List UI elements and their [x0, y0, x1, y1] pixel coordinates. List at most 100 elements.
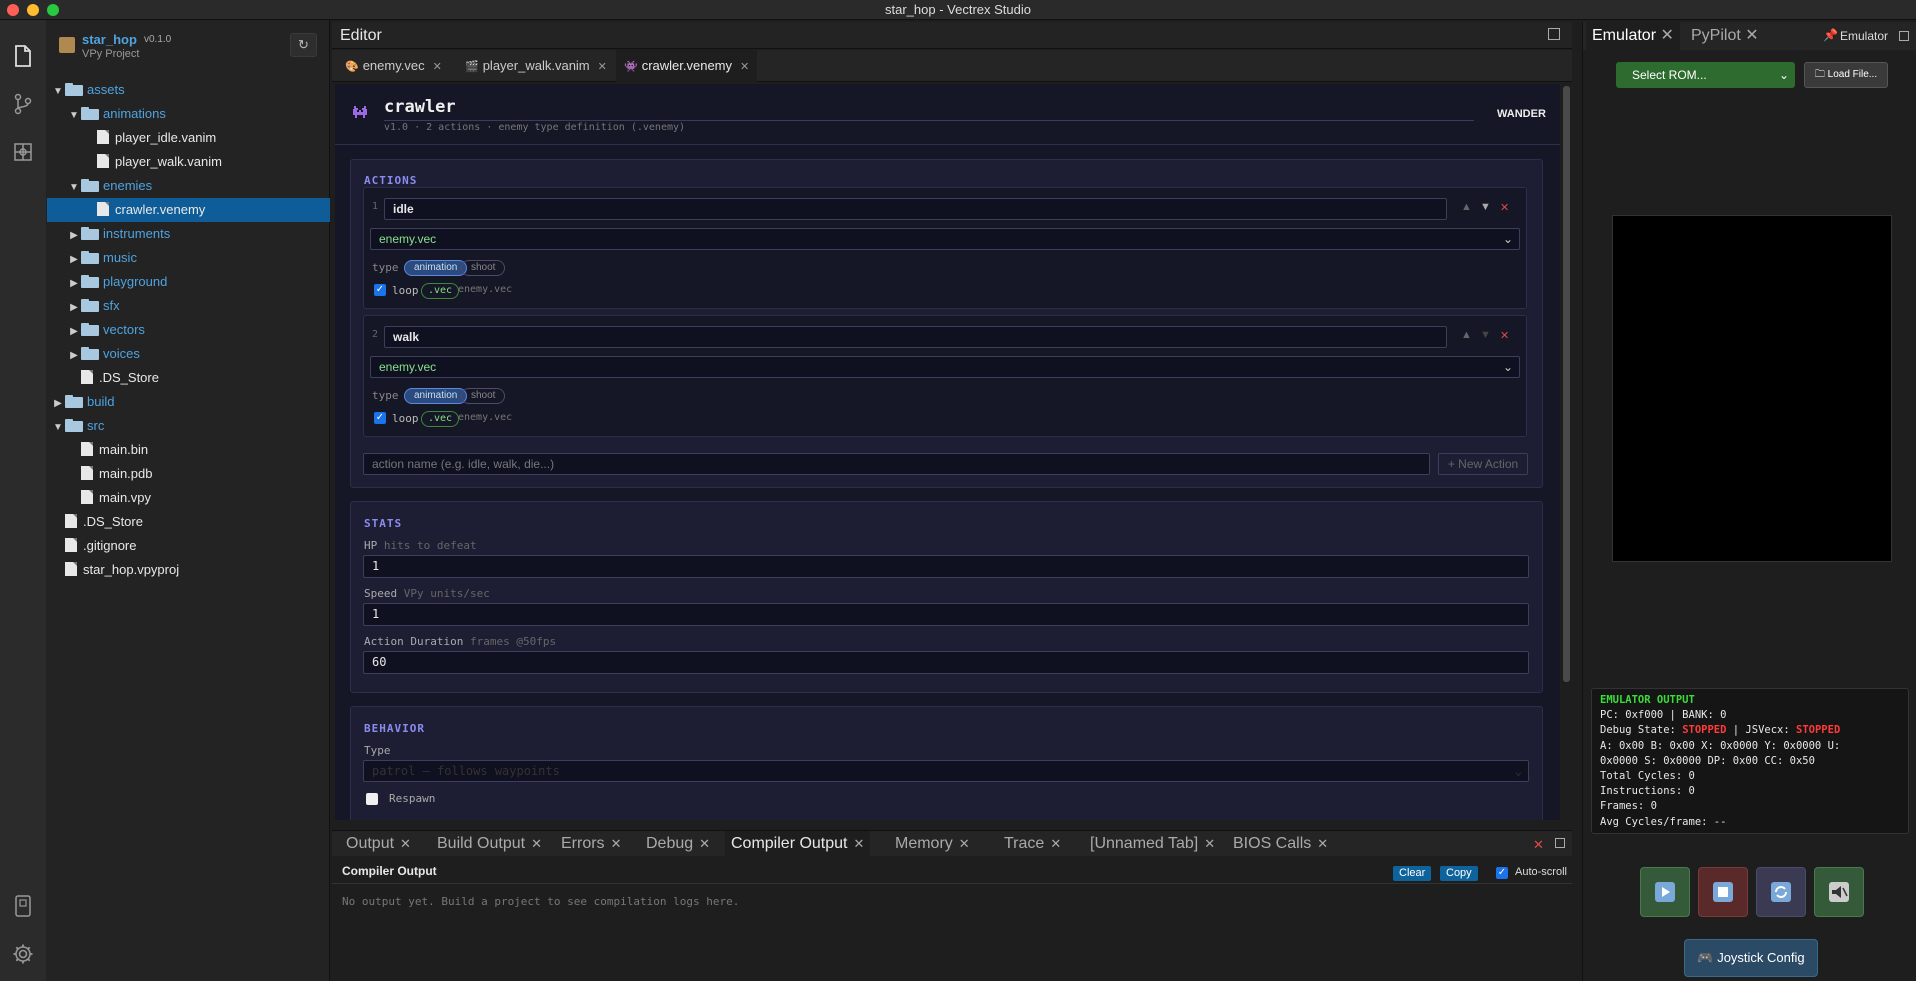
move-down-icon[interactable]: ▼ — [1480, 329, 1491, 341]
close-icon[interactable]: ✕ — [740, 61, 749, 73]
loop-checkbox[interactable]: ✓ — [374, 412, 386, 424]
close-icon[interactable]: ✕ — [699, 836, 710, 851]
delete-action-icon[interactable]: ✕ — [1500, 329, 1509, 342]
tab-output[interactable]: Output ✕ — [340, 831, 417, 857]
tab-enemy-vec[interactable]: 🎨 enemy.vec ✕ — [337, 50, 450, 82]
close-icon[interactable]: ✕ — [959, 836, 970, 851]
type-shoot-button[interactable]: shoot — [461, 260, 506, 276]
close-window-button[interactable] — [7, 4, 19, 16]
tree-folder[interactable]: ▼ animations — [47, 102, 330, 126]
tree-folder[interactable]: ▼ src — [47, 414, 330, 438]
tree-folder[interactable]: ▶ sfx — [47, 294, 330, 318]
chevron-right-icon[interactable]: ▶ — [67, 344, 81, 368]
tab-trace[interactable]: Trace ✕ — [998, 831, 1067, 857]
vec-select[interactable]: enemy.vec ⌄ — [370, 228, 1520, 250]
audio-mute-button[interactable] — [1814, 867, 1864, 917]
chevron-right-icon[interactable]: ▶ — [51, 392, 65, 416]
joystick-config-button[interactable]: 🎮 Joystick Config — [1684, 939, 1818, 977]
chevron-right-icon[interactable]: ▶ — [67, 320, 81, 344]
close-icon[interactable]: ✕ — [611, 836, 622, 851]
rom-select[interactable]: Select ROM... ⌄ — [1616, 62, 1795, 88]
stop-button[interactable] — [1698, 867, 1748, 917]
close-icon[interactable]: ✕ — [1317, 836, 1328, 851]
tab-errors[interactable]: Errors ✕ — [555, 831, 627, 857]
close-icon[interactable]: ✕ — [1660, 27, 1673, 44]
chevron-right-icon[interactable]: ▶ — [67, 272, 81, 296]
maximize-panel-icon[interactable] — [1555, 838, 1565, 848]
speed-input[interactable]: 1 — [363, 603, 1529, 626]
tree-file[interactable]: main.bin — [47, 438, 330, 462]
move-down-icon[interactable]: ▼ — [1480, 201, 1491, 213]
tab-player-walk-vanim[interactable]: 🎬 player_walk.vanim ✕ — [457, 50, 615, 82]
action-name-input[interactable]: walk — [384, 326, 1447, 348]
tree-file[interactable]: main.vpy — [47, 486, 330, 510]
close-icon[interactable]: ✕ — [433, 61, 442, 73]
settings-gear-icon[interactable] — [11, 942, 35, 966]
tab-crawler-venemy[interactable]: 👾 crawler.venemy ✕ — [616, 50, 758, 82]
files-icon[interactable] — [11, 44, 35, 68]
type-animation-button[interactable]: animation — [404, 260, 468, 276]
type-animation-button[interactable]: animation — [404, 388, 468, 404]
tree-folder[interactable]: ▶ vectors — [47, 318, 330, 342]
extensions-icon[interactable] — [11, 140, 35, 164]
chevron-down-icon[interactable]: ▼ — [51, 416, 65, 440]
tree-folder[interactable]: ▼ enemies — [47, 174, 330, 198]
load-file-button[interactable]: 🗀 Load File... — [1804, 62, 1888, 88]
play-button[interactable] — [1640, 867, 1690, 917]
tree-file[interactable]: crawler.venemy — [47, 198, 330, 222]
chevron-down-icon[interactable]: ▼ — [67, 176, 81, 200]
chevron-right-icon[interactable]: ▶ — [67, 296, 81, 320]
clear-button[interactable]: Clear — [1393, 866, 1432, 881]
maximize-icon[interactable] — [1899, 31, 1909, 41]
delete-action-icon[interactable]: ✕ — [1500, 201, 1509, 214]
tree-folder[interactable]: ▶ playground — [47, 270, 330, 294]
editor-scrollbar[interactable] — [1563, 86, 1570, 682]
refresh-button[interactable]: ↻ — [290, 33, 317, 57]
close-icon[interactable]: ✕ — [854, 836, 865, 851]
duration-input[interactable]: 60 — [363, 651, 1529, 674]
device-icon[interactable] — [11, 894, 35, 918]
source-control-icon[interactable] — [11, 92, 35, 116]
tree-file[interactable]: star_hop.vpyproj — [47, 558, 330, 582]
tree-file[interactable]: .DS_Store — [47, 510, 330, 534]
chevron-right-icon[interactable]: ▶ — [67, 224, 81, 248]
chevron-down-icon[interactable]: ▼ — [67, 104, 81, 128]
close-icon[interactable]: ✕ — [531, 836, 542, 851]
tab-build-output[interactable]: Build Output ✕ — [431, 831, 548, 857]
close-icon[interactable]: ✕ — [598, 61, 607, 73]
tab-debug[interactable]: Debug ✕ — [640, 831, 716, 857]
close-icon[interactable]: ✕ — [1204, 836, 1215, 851]
tree-folder[interactable]: ▶ build — [47, 390, 330, 414]
hp-input[interactable]: 1 — [363, 555, 1529, 578]
tab-compiler-output[interactable]: Compiler Output ✕ — [725, 831, 871, 857]
close-icon[interactable]: ✕ — [400, 836, 411, 851]
tab-pypilot[interactable]: PyPilot ✕ — [1685, 22, 1765, 50]
tab-bios-calls[interactable]: BIOS Calls ✕ — [1227, 831, 1334, 857]
new-action-button[interactable]: + New Action — [1438, 453, 1528, 475]
copy-button[interactable]: Copy — [1440, 866, 1478, 881]
tree-file[interactable]: player_idle.vanim — [47, 126, 330, 150]
loop-checkbox[interactable]: ✓ — [374, 284, 386, 296]
tree-file[interactable]: player_walk.vanim — [47, 150, 330, 174]
action-name-input[interactable]: idle — [384, 198, 1447, 220]
respawn-checkbox[interactable] — [366, 793, 378, 805]
behavior-type-select[interactable]: patrol — follows waypoints ⌄ — [363, 760, 1529, 782]
move-up-icon[interactable]: ▲ — [1461, 329, 1472, 341]
tree-folder[interactable]: ▶ instruments — [47, 222, 330, 246]
tab--unnamed-tab-[interactable]: [Unnamed Tab] ✕ — [1084, 831, 1221, 857]
maximize-icon[interactable] — [1548, 28, 1560, 40]
tree-file[interactable]: .gitignore — [47, 534, 330, 558]
chevron-down-icon[interactable]: ▼ — [51, 80, 65, 104]
autoscroll-checkbox[interactable]: ✓ — [1496, 867, 1508, 879]
tree-folder[interactable]: ▶ voices — [47, 342, 330, 366]
vec-select[interactable]: enemy.vec ⌄ — [370, 356, 1520, 378]
tree-file[interactable]: .DS_Store — [47, 366, 330, 390]
reset-button[interactable] — [1756, 867, 1806, 917]
minimize-window-button[interactable] — [27, 4, 39, 16]
type-shoot-button[interactable]: shoot — [461, 388, 506, 404]
chevron-right-icon[interactable]: ▶ — [67, 248, 81, 272]
move-up-icon[interactable]: ▲ — [1461, 201, 1472, 213]
tree-file[interactable]: main.pdb — [47, 462, 330, 486]
tree-folder[interactable]: ▼ assets — [47, 78, 330, 102]
close-icon[interactable]: ✕ — [1745, 27, 1758, 44]
